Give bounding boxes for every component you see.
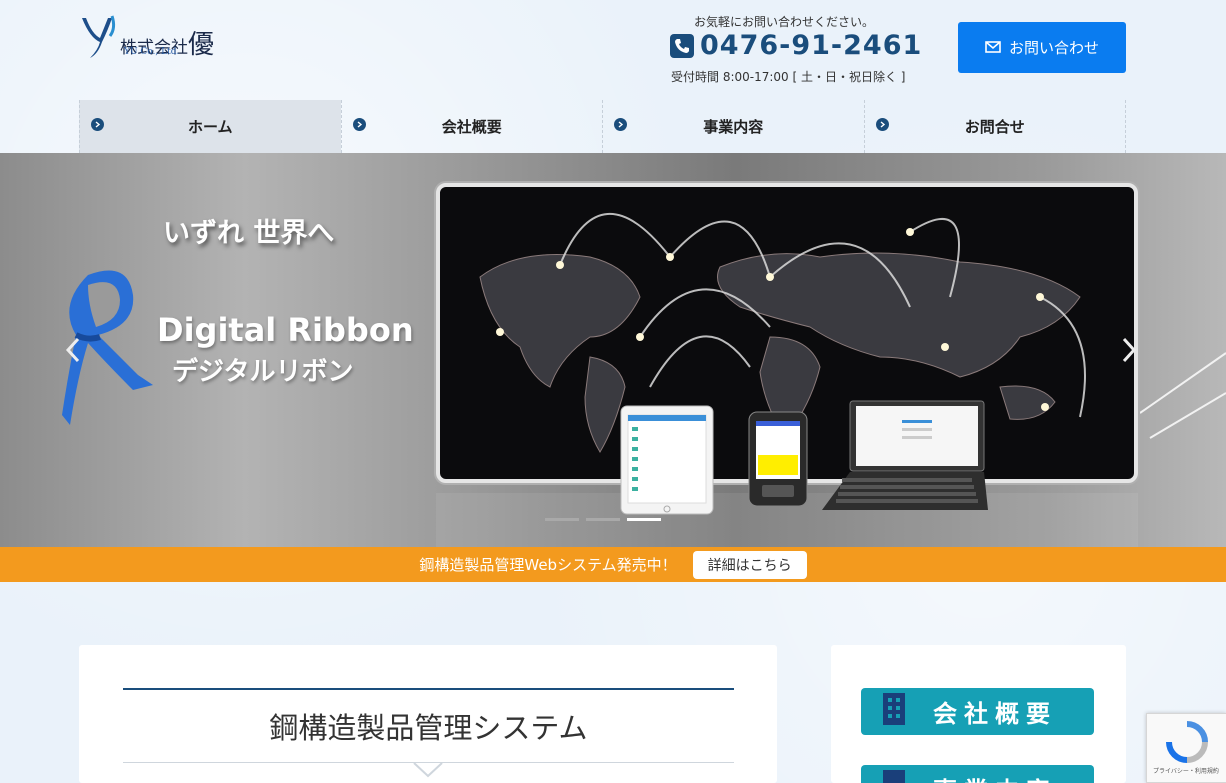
main-content-card: 鋼構造製品管理システム (79, 645, 777, 783)
sidebar-business-button[interactable]: 事業内容 (861, 765, 1094, 783)
yu-logo-icon (82, 15, 116, 58)
nav-label: 事業内容 (703, 118, 764, 136)
hero-slider: いずれ 世界へ Digital Ribbon デジタルリボン (0, 153, 1226, 547)
sidebar-button-label: 会社概要 (933, 700, 1057, 728)
nav-item-contact[interactable]: お問合せ (863, 100, 1126, 153)
phone-number[interactable]: 0476-91-2461 (670, 30, 922, 61)
nav-item-business[interactable]: 事業内容 (602, 100, 864, 153)
phone-icon (670, 33, 694, 58)
nav-label: 会社概要 (441, 118, 502, 136)
chevron-right-icon (875, 118, 889, 131)
recaptcha-text[interactable]: プライバシー・利用規約 (1153, 766, 1219, 775)
slider-prev-button[interactable] (64, 337, 82, 370)
announcement-banner: 鋼構造製品管理Webシステム発売中！ 詳細はこちら (0, 547, 1226, 582)
hero-brand-jp: デジタルリボン (172, 357, 354, 387)
slider-dot[interactable] (545, 518, 579, 521)
nav-label: お問合せ (964, 118, 1025, 136)
contact-button[interactable]: お問い合わせ (958, 22, 1126, 73)
business-hours: 受付時間 8:00-17:00 [ 土・日・祝日除く ] (671, 70, 906, 84)
contact-button-label: お問い合わせ (1008, 39, 1099, 57)
chevron-right-icon (352, 118, 366, 131)
nav-item-home[interactable]: ホーム (79, 100, 341, 153)
sidebar: 会社概要 事業内容 (831, 645, 1126, 783)
hero-brand: Digital Ribbon (157, 311, 414, 349)
chevron-right-icon (614, 118, 627, 131)
divider (123, 688, 734, 690)
slider-dot[interactable] (586, 518, 620, 521)
main-nav: ホーム 会社概要 事業内容 お問合せ (79, 100, 1126, 153)
building-icon (879, 768, 909, 783)
recaptcha-badge[interactable]: プライバシー・利用規約 (1146, 713, 1226, 783)
chevron-right-icon (91, 118, 104, 131)
slider-next-button[interactable] (1120, 337, 1138, 370)
chevron-right-icon (1122, 337, 1137, 363)
chevron-left-icon (65, 337, 80, 363)
sidebar-company-button[interactable]: 会社概要 (861, 688, 1094, 735)
nav-label: ホーム (187, 118, 233, 136)
building-icon (879, 691, 909, 733)
recaptcha-icon (1166, 721, 1208, 763)
logo-kanji: 優 (188, 30, 215, 60)
nav-item-company[interactable]: 会社概要 (340, 100, 603, 153)
section-title: 鋼構造製品管理システム (269, 711, 588, 745)
phone-number-text: 0476-91-2461 (700, 30, 923, 61)
slider-dot-active[interactable] (627, 518, 661, 521)
logo-english: YU Co., Ltd. (124, 47, 180, 57)
banner-details-button[interactable]: 詳細はこちら (692, 550, 807, 579)
handheld-device (748, 411, 808, 507)
tablet-device (620, 405, 714, 515)
site-header: 株式会社優 YU Co., Ltd. お気軽にお問い合わせください。 0476-… (0, 0, 1226, 100)
sidebar-button-label: 事業内容 (933, 771, 1057, 783)
banner-text: 鋼構造製品管理Webシステム発売中！ (419, 556, 677, 574)
hero-tagline: いずれ 世界へ (163, 218, 335, 249)
company-logo[interactable]: 株式会社優 YU Co., Ltd. (82, 14, 242, 62)
chevron-down-icon (413, 762, 443, 778)
mail-icon (985, 39, 1001, 57)
laptop-device (822, 400, 988, 510)
slider-pagination (545, 518, 668, 521)
contact-lead: お気軽にお問い合わせください。 (694, 15, 875, 29)
